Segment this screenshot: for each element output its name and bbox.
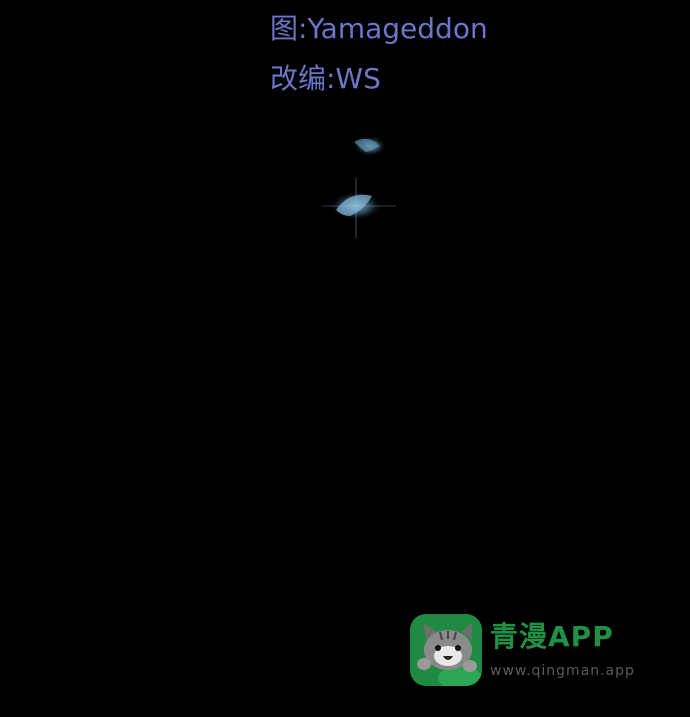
brand-name: 青漫APP [490,620,614,653]
sparkle-illustration [322,136,396,238]
adaptation-credit: 改编:WS [270,62,381,95]
cat-mascot-icon [410,614,482,686]
qingman-watermark: 青漫APP www.qingman.app [410,614,650,688]
art-credit: 图:Yamageddon [270,12,488,45]
brand-url: www.qingman.app [490,663,635,679]
small-sparkle-icon [354,136,386,156]
large-sparkle-icon [322,178,396,238]
